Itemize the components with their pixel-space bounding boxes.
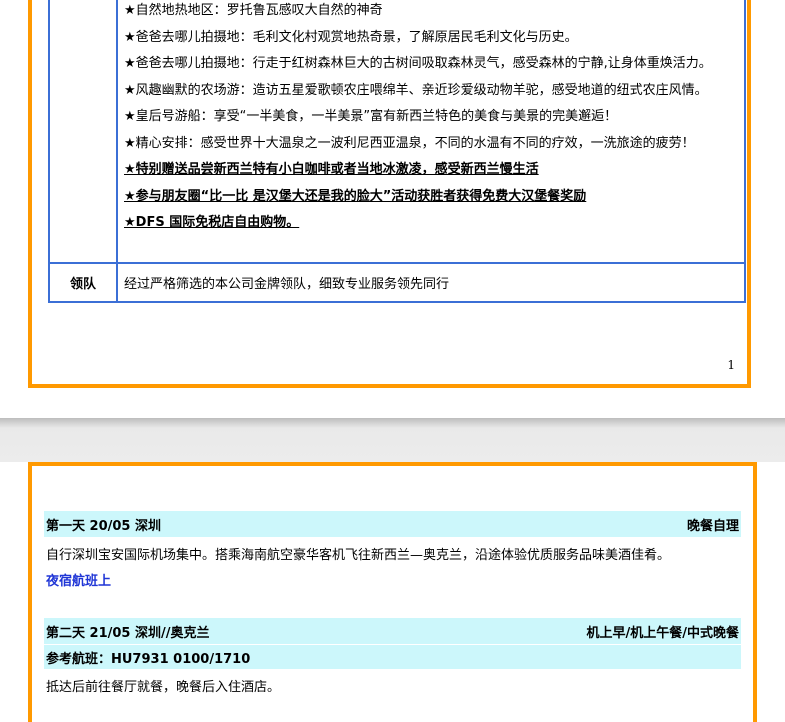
document-page-1: ★自然地热地区：罗托鲁瓦感叹大自然的神奇 ★爸爸去哪儿拍摄地：毛利文化村观赏地热…: [28, 0, 751, 388]
document-page-2: 第一天 20/05 深圳 晚餐自理 自行深圳宝安国际机场集中。搭乘海南航空豪华客…: [28, 462, 757, 722]
highlight-bold-item: ★DFS 国际免税店自由购物。: [124, 215, 300, 230]
itinerary-table: ★自然地热地区：罗托鲁瓦感叹大自然的神奇 ★爸爸去哪儿拍摄地：毛利文化村观赏地热…: [48, 0, 746, 303]
highlight-item: ★皇后号游船：享受“一半美食，一半美景”富有新西兰特色的美食与美景的完美邂逅！: [124, 109, 618, 124]
page-number: 1: [727, 358, 735, 372]
highlight-item: ★自然地热地区：罗托鲁瓦感叹大自然的神奇: [124, 3, 383, 18]
highlights-cell: ★自然地热地区：罗托鲁瓦感叹大自然的神奇 ★爸爸去哪儿拍摄地：毛利文化村观赏地热…: [118, 0, 744, 262]
day-meals: 晚餐自理: [686, 518, 739, 534]
highlight-item: ★爸爸去哪儿拍摄地：行走于红树森林巨大的古树间吸取森林灵气，感受森林的宁静,让身…: [124, 56, 712, 71]
highlight-bold-item: ★参与朋友圈“比一比 是汉堡大还是我的脸大”活动获胜者获得免费大汉堡餐奖励: [124, 188, 587, 204]
highlight-item: ★精心安排：感受世界十大温泉之一波利尼西亚温泉，不同的水温有不同的疗效，一洗旅途…: [124, 135, 695, 151]
highlights-row: ★自然地热地区：罗托鲁瓦感叹大自然的神奇 ★爸爸去哪儿拍摄地：毛利文化村观赏地热…: [50, 0, 744, 262]
day-header: 第二天 21/05 深圳//奥克兰 机上早/机上午餐/中式晚餐: [44, 618, 741, 644]
day-meals: 机上早/机上午餐/中式晚餐: [586, 625, 740, 641]
leader-row: 领队 经过严格筛选的本公司金牌领队，细致专业服务领先同行: [50, 262, 744, 301]
leader-text: 经过严格筛选的本公司金牌领队，细致专业服务领先同行: [124, 277, 450, 292]
highlight-item: ★风趣幽默的农场游：造访五星爱歌顿农庄喂绵羊、亲近珍爱级动物羊驼，感受地道的纽式…: [124, 82, 708, 98]
day-description: 自行深圳宝安国际机场集中。搭乘海南航空豪华客机飞往新西兰—奥克兰，沿途体验优质服…: [46, 548, 671, 563]
highlights-label-cell: [50, 0, 118, 262]
day-description: 抵达后前往餐厅就餐，晚餐后入住酒店。: [46, 680, 281, 695]
day-header: 第一天 20/05 深圳 晚餐自理: [44, 511, 741, 537]
highlight-bold-item: ★特别赠送品尝新西兰特有小白咖啡或者当地冰激凌，感受新西兰慢生活: [124, 162, 539, 177]
page-separator: [0, 418, 785, 462]
overnight-note: 夜宿航班上: [46, 574, 112, 589]
leader-label: 领队: [50, 264, 118, 301]
flight-info: 参考航班：HU7931 0100/1710: [44, 645, 741, 669]
day-title: 第一天 20/05 深圳: [46, 518, 161, 534]
day-title: 第二天 21/05 深圳//奥克兰: [46, 625, 210, 641]
highlight-item: ★爸爸去哪儿拍摄地：毛利文化村观赏地热奇景，了解原居民毛利文化与历史。: [124, 29, 578, 45]
